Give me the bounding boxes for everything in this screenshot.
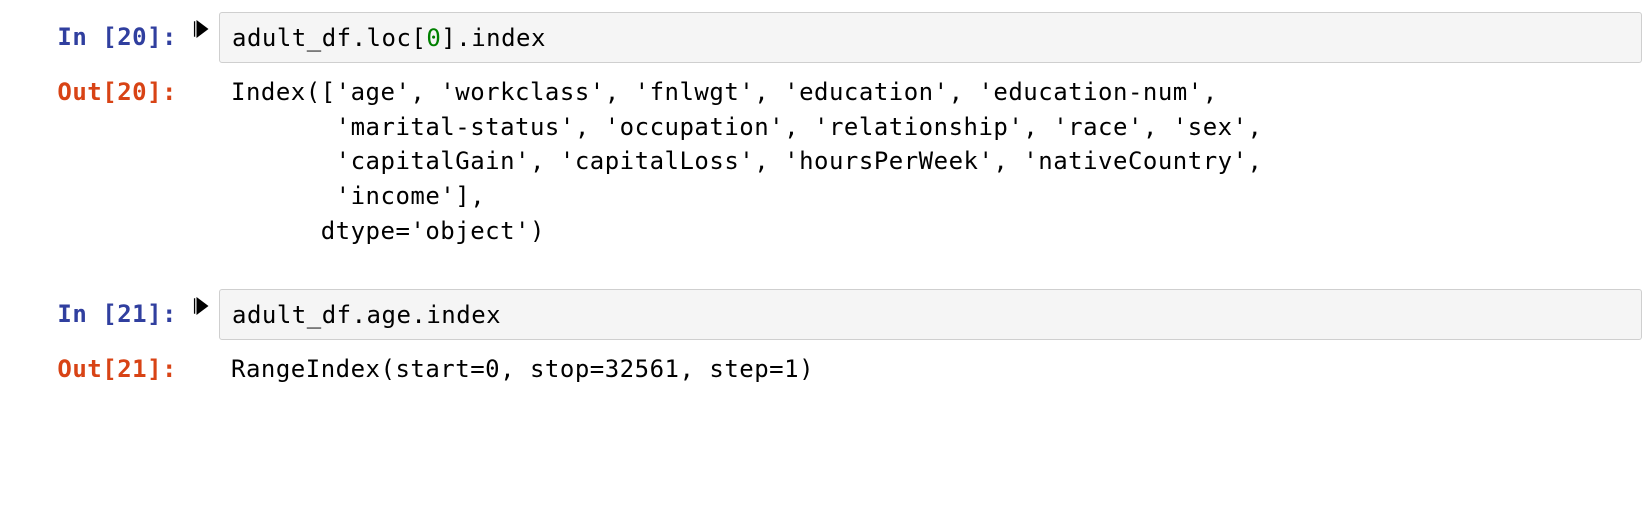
code-input[interactable]: adult_df.age.index [219,289,1642,340]
code-cell-output: Out[20]: Index(['age', 'workclass', 'fnl… [8,67,1642,255]
code-input[interactable]: adult_df.loc[0].index [219,12,1642,63]
in-prompt: In [21]: [8,289,183,340]
run-cell-icon[interactable] [193,20,209,63]
code-token-number: 0 [426,24,441,52]
out-prompt: Out[20]: [8,67,183,255]
in-prompt-label: In [21]: [57,300,177,328]
output-wrapper: Index(['age', 'workclass', 'fnlwgt', 'ed… [219,67,1642,255]
cell-gap [8,259,1642,289]
spacer [183,344,219,393]
code-cell-input: In [21]: adult_df.age.index [8,289,1642,340]
output-wrapper: RangeIndex(start=0, stop=32561, step=1) [219,344,1642,393]
code-cell-output: Out[21]: RangeIndex(start=0, stop=32561,… [8,344,1642,393]
spacer [183,67,219,255]
out-prompt: Out[21]: [8,344,183,393]
output-text: Index(['age', 'workclass', 'fnlwgt', 'ed… [219,67,1642,255]
run-button-col [183,289,219,340]
run-button-col [183,12,219,63]
code-cell-input: In [20]: adult_df.loc[0].index [8,12,1642,63]
run-cell-icon[interactable] [193,297,209,340]
code-token: ].index [441,24,546,52]
out-prompt-label: Out[21]: [57,355,177,383]
output-text: RangeIndex(start=0, stop=32561, step=1) [219,344,1642,393]
in-prompt-label: In [20]: [57,23,177,51]
out-prompt-label: Out[20]: [57,78,177,106]
in-prompt: In [20]: [8,12,183,63]
code-input-wrapper: adult_df.loc[0].index [219,12,1642,63]
code-input-wrapper: adult_df.age.index [219,289,1642,340]
code-token: adult_df.loc[ [232,24,426,52]
